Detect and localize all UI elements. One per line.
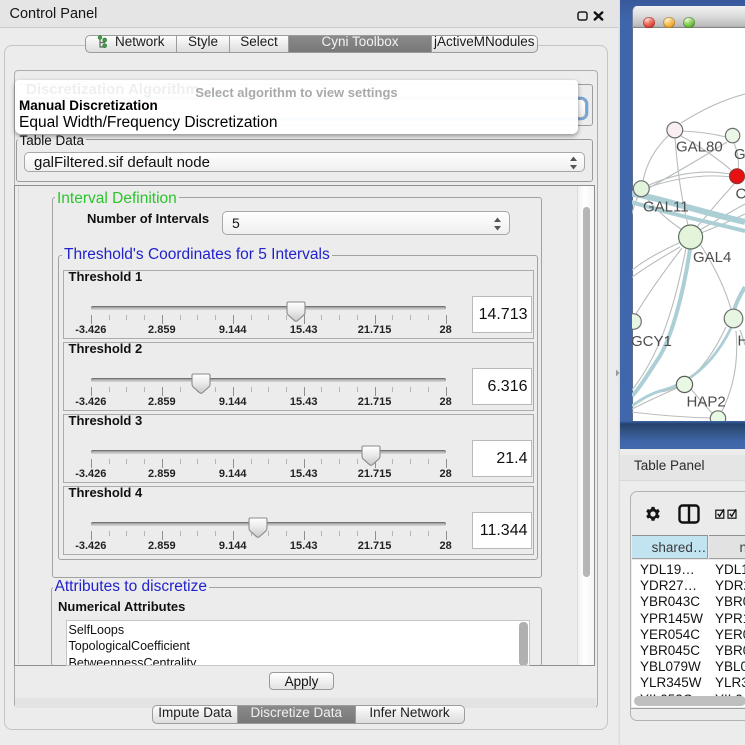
svg-text:GCY1: GCY1 [632, 333, 672, 350]
svg-text:H: H [738, 333, 745, 350]
svg-text:HAP2: HAP2 [687, 394, 726, 411]
svg-text:GAL80: GAL80 [676, 139, 723, 156]
svg-text:GAL11: GAL11 [643, 199, 689, 216]
svg-text:GAL4: GAL4 [693, 249, 731, 266]
svg-text:C: C [736, 186, 745, 203]
svg-text:GA: GA [734, 146, 745, 163]
